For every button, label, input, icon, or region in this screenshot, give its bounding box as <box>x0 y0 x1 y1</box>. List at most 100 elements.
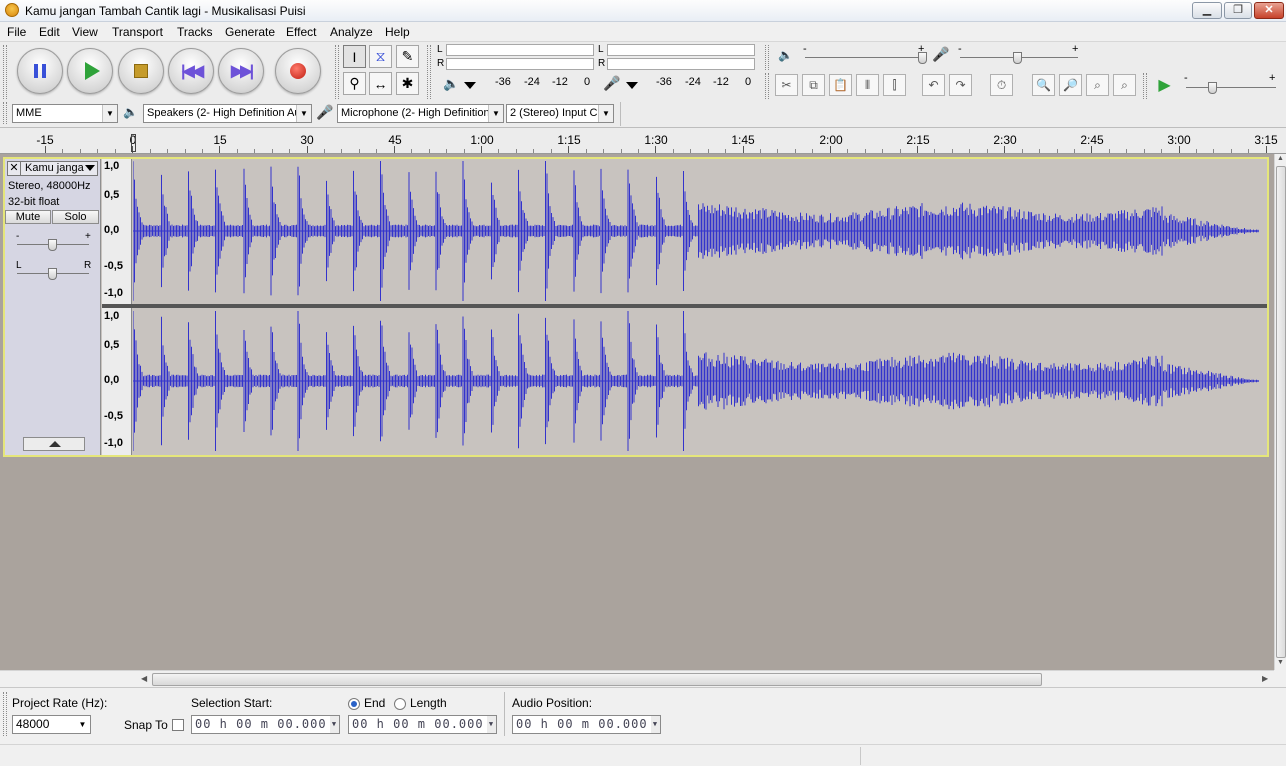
menu-generate[interactable]: Generate <box>225 25 275 39</box>
record-meter-right[interactable] <box>607 58 755 70</box>
toolbar-grip[interactable] <box>765 45 769 70</box>
silence-button[interactable]: ⫿ <box>883 74 906 96</box>
selection-end-time[interactable]: 00 h 00 m 00.000 s ▼ <box>348 715 497 734</box>
fit-selection-button[interactable]: ⌕ <box>1086 74 1109 96</box>
recording-device-select[interactable]: Microphone (2- High Definition ▼ <box>337 104 504 123</box>
ruler-tick <box>917 146 918 153</box>
play-button[interactable] <box>67 48 113 94</box>
close-button[interactable]: ✕ <box>1254 2 1284 19</box>
play-speed-slider[interactable] <box>1186 87 1276 88</box>
cut-button[interactable]: ✂ <box>775 74 798 96</box>
menu-transport[interactable]: Transport <box>112 25 163 39</box>
maximize-button[interactable]: ❐ <box>1224 2 1252 19</box>
mute-button[interactable]: Mute <box>5 210 51 224</box>
record-meter-left[interactable] <box>607 44 755 56</box>
playback-device-select[interactable]: Speakers (2- High Definition Au ▼ <box>143 104 312 123</box>
multi-tool[interactable]: ✱ <box>396 72 419 95</box>
minimize-button[interactable]: ▁ <box>1192 2 1222 19</box>
time-label: 3:00 <box>1167 133 1191 147</box>
input-volume-icon: 🎤 <box>932 46 950 62</box>
draw-tool[interactable]: ✎ <box>396 45 419 68</box>
collapse-track-button[interactable] <box>23 437 85 451</box>
audio-track[interactable]: ✕ Kamu janga Stereo, 48000Hz 32-bit floa… <box>3 157 1269 457</box>
zoom-tool[interactable]: ⚲ <box>343 72 366 95</box>
play-at-speed-button[interactable]: ▶ <box>1153 74 1176 96</box>
horizontal-scrollbar[interactable]: ◀ ▶ <box>138 670 1274 687</box>
microphone-icon[interactable]: 🎤 <box>603 75 620 92</box>
status-divider <box>860 747 861 765</box>
scroll-down-icon[interactable]: ▼ <box>1277 659 1284 666</box>
time-shift-tool[interactable]: ↔ <box>369 72 392 95</box>
recording-channels-select[interactable]: 2 (Stereo) Input C ▼ <box>506 104 614 123</box>
vertical-scrollbar[interactable]: ▲ ▼ <box>1274 154 1286 670</box>
scroll-right-icon[interactable]: ▶ <box>1262 674 1268 683</box>
pause-icon <box>34 64 46 78</box>
paste-button[interactable]: 📋 <box>829 74 852 96</box>
toolbar-grip[interactable] <box>765 73 769 99</box>
end-radio[interactable] <box>348 698 360 710</box>
scroll-up-icon[interactable]: ▲ <box>1277 155 1284 162</box>
track-name-bar[interactable]: ✕ Kamu janga <box>7 161 98 176</box>
menu-tracks[interactable]: Tracks <box>177 25 213 39</box>
menu-help[interactable]: Help <box>385 25 410 39</box>
zoom-in-button[interactable]: 🔍 <box>1032 74 1055 96</box>
audio-host-select[interactable]: MME ▼ <box>12 104 118 123</box>
selection-tool[interactable]: I <box>343 45 366 68</box>
record-button[interactable] <box>275 48 321 94</box>
undo-button[interactable]: ↶ <box>922 74 945 96</box>
solo-button[interactable]: Solo <box>52 210 99 224</box>
toolbar-grip[interactable] <box>335 45 339 99</box>
menu-view[interactable]: View <box>72 25 98 39</box>
gain-slider-thumb[interactable] <box>48 239 57 251</box>
time-label: 2:30 <box>993 133 1017 147</box>
trim-button[interactable]: ⦀ <box>856 74 879 96</box>
project-rate-select[interactable]: 48000 ▼ <box>12 715 91 734</box>
toolbar-grip[interactable] <box>3 102 7 124</box>
toolbar-grip[interactable] <box>1143 73 1147 99</box>
playback-meter-r-label: R <box>437 58 445 69</box>
toolbar-grip[interactable] <box>427 45 431 99</box>
copy-button[interactable]: ⧉ <box>802 74 825 96</box>
redo-button[interactable]: ↷ <box>949 74 972 96</box>
menu-edit[interactable]: Edit <box>39 25 60 39</box>
fit-project-button[interactable]: ⌕ <box>1113 74 1136 96</box>
scroll-left-icon[interactable]: ◀ <box>141 674 147 683</box>
chevron-down-icon: ▼ <box>102 105 117 122</box>
skip-to-start-button[interactable]: |◀◀ <box>168 48 214 94</box>
snap-to-checkbox[interactable] <box>172 719 184 731</box>
menu-effect[interactable]: Effect <box>286 25 316 39</box>
record-meter-menu-arrow[interactable] <box>626 82 638 89</box>
toolbar-grip[interactable] <box>3 45 7 99</box>
speaker-icon[interactable]: 🔈 <box>443 76 459 92</box>
sync-lock-button[interactable]: ⏱ <box>990 74 1013 96</box>
playback-meter-right[interactable] <box>446 58 594 70</box>
ruler-tick <box>708 149 709 153</box>
vertical-scroll-thumb[interactable] <box>1276 166 1286 658</box>
close-track-icon[interactable]: ✕ <box>8 162 21 175</box>
playback-meter-left[interactable] <box>446 44 594 56</box>
menu-file[interactable]: File <box>7 25 26 39</box>
project-rate-label: Project Rate (Hz): <box>12 696 108 710</box>
input-volume-thumb[interactable] <box>1013 52 1022 64</box>
track-menu-arrow-icon[interactable] <box>85 165 95 171</box>
menu-analyze[interactable]: Analyze <box>330 25 373 39</box>
output-volume-thumb[interactable] <box>918 52 927 64</box>
ruler-tick <box>115 149 116 153</box>
output-volume-slider[interactable] <box>805 57 923 58</box>
playback-meter-menu-arrow[interactable] <box>464 82 476 89</box>
pause-button[interactable] <box>17 48 63 94</box>
audio-position-time[interactable]: 00 h 00 m 00.000 s ▼ <box>512 715 661 734</box>
selection-start-time[interactable]: 00 h 00 m 00.000 s ▼ <box>191 715 340 734</box>
toolbar-grip[interactable] <box>3 692 7 736</box>
horizontal-scroll-thumb[interactable] <box>152 673 1042 686</box>
timeline-ruler[interactable]: -15 0 15 30 45 1:00 1:15 1:30 1:45 2:00 … <box>0 128 1286 154</box>
play-speed-thumb[interactable] <box>1208 82 1217 94</box>
zoom-out-button[interactable]: 🔎 <box>1059 74 1082 96</box>
stop-button[interactable] <box>118 48 164 94</box>
skip-to-end-button[interactable]: ▶▶| <box>218 48 264 94</box>
pan-slider-thumb[interactable] <box>48 268 57 280</box>
length-radio[interactable] <box>394 698 406 710</box>
track-area[interactable]: ✕ Kamu janga Stereo, 48000Hz 32-bit floa… <box>0 154 1274 670</box>
play-head-marker[interactable] <box>131 134 136 152</box>
envelope-tool[interactable]: ⧖ <box>369 45 392 68</box>
